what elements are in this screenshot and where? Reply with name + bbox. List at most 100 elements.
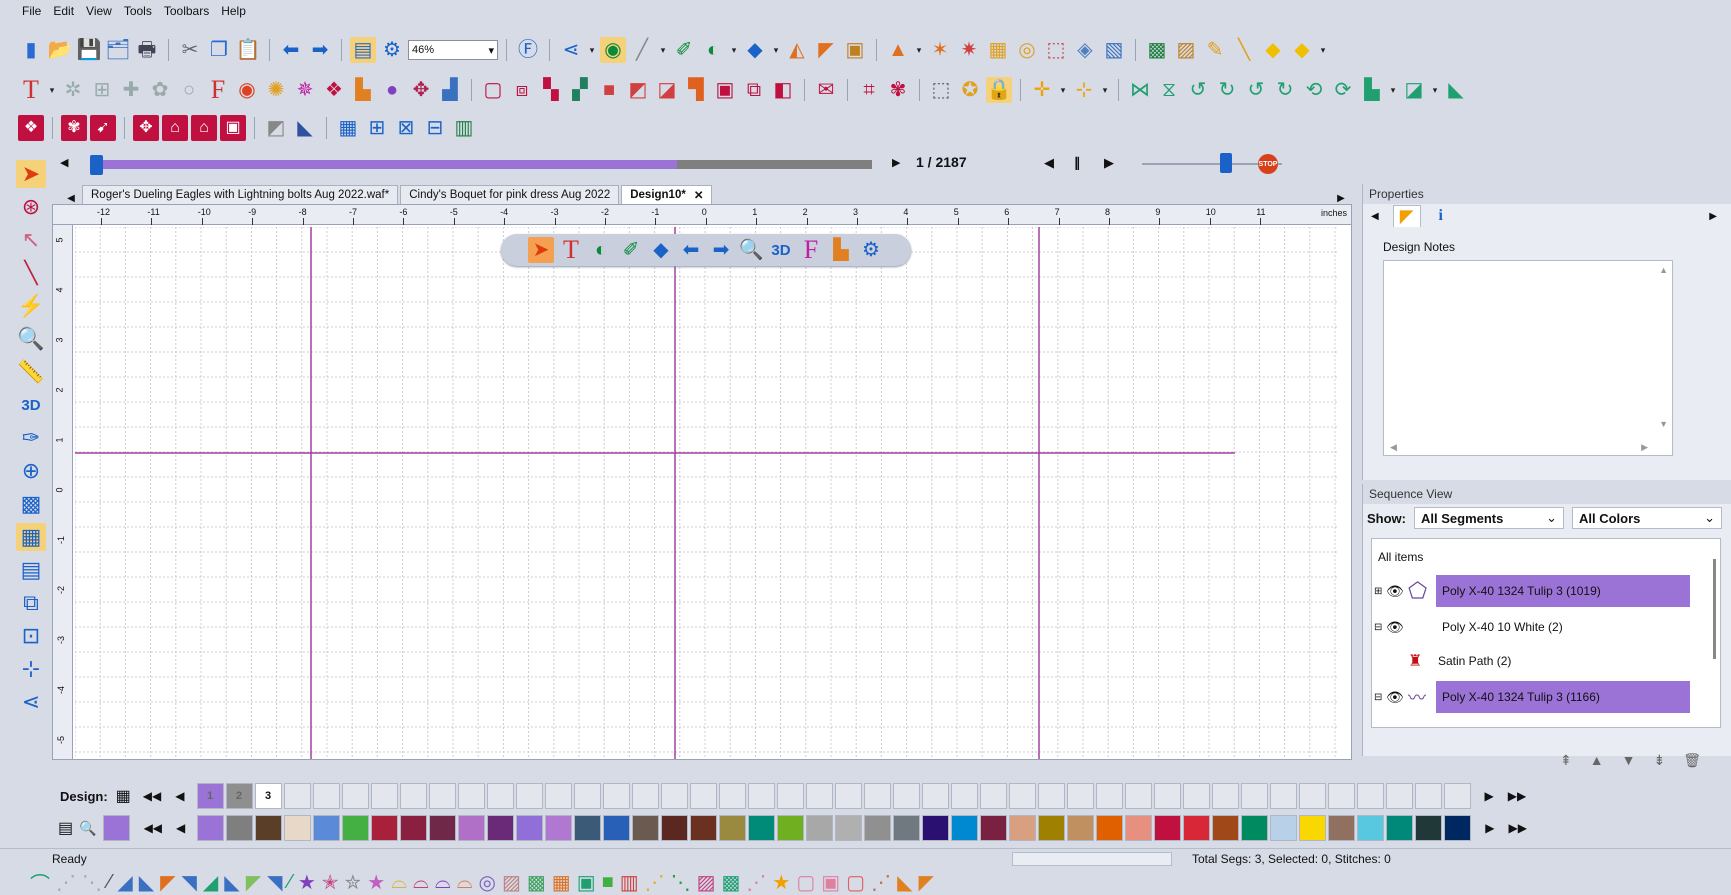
- play-icon[interactable]: ▶: [1104, 155, 1114, 171]
- select-arrow-icon[interactable]: ➤: [528, 237, 554, 263]
- feather-green-icon[interactable]: ⋱: [671, 870, 691, 895]
- chevron-down-icon[interactable]: ▾: [1100, 77, 1110, 103]
- frame-pink-alt-icon[interactable]: ▣: [821, 870, 840, 895]
- palette-color-swatch[interactable]: [1096, 815, 1124, 841]
- previous-color-icon[interactable]: ◀: [175, 789, 184, 803]
- tree-scrollbar[interactable]: [1713, 559, 1716, 659]
- empty-color-slot[interactable]: [515, 783, 543, 809]
- quilt-house-icon[interactable]: ⌂: [162, 115, 188, 141]
- empty-color-slot[interactable]: [573, 783, 601, 809]
- measure-icon[interactable]: 📏: [16, 358, 46, 386]
- palette-color-swatch[interactable]: [1299, 815, 1327, 841]
- colors-filter-select[interactable]: All Colors ⌄: [1572, 507, 1722, 529]
- grid-toggle-icon[interactable]: ▤: [350, 37, 376, 63]
- plus-pattern-icon[interactable]: ✚: [118, 77, 144, 103]
- satin-orange-icon[interactable]: ◤: [160, 870, 175, 895]
- split-icon[interactable]: ◩: [625, 77, 651, 103]
- empty-color-slot[interactable]: [950, 783, 978, 809]
- monogram-icon[interactable]: ▟: [437, 77, 463, 103]
- fill-orange-icon[interactable]: ▦: [552, 870, 571, 895]
- hoop-multi-icon[interactable]: ⊡: [16, 622, 46, 650]
- export-icon[interactable]: ▩: [1144, 37, 1170, 63]
- shape-orange-alt-icon[interactable]: ◤: [918, 870, 933, 895]
- lace-icon[interactable]: ✾: [885, 77, 911, 103]
- satin-blue-alt-icon[interactable]: ◣: [139, 870, 154, 895]
- diamond-alt-icon[interactable]: ◆: [1289, 37, 1315, 63]
- dotted-frame-icon[interactable]: ⬚: [928, 77, 954, 103]
- segments-filter-select[interactable]: All Segments ⌄: [1414, 507, 1564, 529]
- satin-icon[interactable]: ⁄: [108, 871, 111, 894]
- chevron-down-icon[interactable]: ▾: [771, 37, 781, 63]
- tab-dueling-eagles[interactable]: Roger's Dueling Eagles with Lightning bo…: [82, 185, 399, 204]
- design-color-swatch[interactable]: 3: [254, 783, 282, 809]
- pen-icon[interactable]: ╱: [629, 37, 655, 63]
- empty-color-slot[interactable]: [399, 783, 427, 809]
- fan-pink-icon[interactable]: ⌓: [413, 871, 429, 894]
- frame-red-icon[interactable]: ⧈: [509, 77, 535, 103]
- quilt-select-icon[interactable]: ➹: [90, 115, 116, 141]
- palette-color-swatch[interactable]: [1038, 815, 1066, 841]
- frame-icon[interactable]: ▦: [985, 37, 1011, 63]
- grid-blue-icon[interactable]: ▦: [335, 115, 361, 141]
- undo-icon[interactable]: ⬅: [278, 37, 304, 63]
- info-tab-icon[interactable]: i: [1429, 207, 1453, 225]
- disk-icon[interactable]: ▙: [350, 77, 376, 103]
- save-icon[interactable]: 💾: [76, 37, 102, 63]
- empty-color-slot[interactable]: [1269, 783, 1297, 809]
- star-pink-icon[interactable]: ✭: [322, 870, 339, 895]
- menu-tools[interactable]: Tools: [124, 4, 152, 18]
- grid-select-icon[interactable]: ⊞: [364, 115, 390, 141]
- needle-icon[interactable]: ✑: [16, 424, 46, 452]
- pause-icon[interactable]: ∥: [1074, 155, 1081, 171]
- collapse-icon[interactable]: ⊟: [1374, 622, 1386, 633]
- picture-icon[interactable]: ▧: [1101, 37, 1127, 63]
- cut-icon[interactable]: ✂: [177, 37, 203, 63]
- satin-green-wave-icon[interactable]: ◤: [246, 870, 261, 895]
- font-icon[interactable]: F: [798, 237, 824, 263]
- name-badge-icon[interactable]: ●: [379, 77, 405, 103]
- fill-pink-icon[interactable]: ▨: [697, 870, 716, 895]
- quilt-flower-icon[interactable]: ✾: [61, 115, 87, 141]
- zoom-icon[interactable]: 🔍: [16, 325, 46, 353]
- disk-icon[interactable]: ▙: [828, 237, 854, 263]
- stitch-view-icon[interactable]: ⊹: [16, 655, 46, 683]
- envelope-icon[interactable]: ✉: [813, 77, 839, 103]
- view-3d-icon[interactable]: 3D: [16, 391, 46, 419]
- empty-color-slot[interactable]: [863, 783, 891, 809]
- visibility-eye-icon[interactable]: 👁: [1386, 619, 1408, 636]
- palette-color-swatch[interactable]: [980, 815, 1008, 841]
- chevron-down-icon[interactable]: ▾: [47, 77, 57, 103]
- new-file-icon[interactable]: ▮: [18, 37, 44, 63]
- palette-color-swatch[interactable]: [574, 815, 602, 841]
- palette-color-swatch[interactable]: [835, 815, 863, 841]
- select-arrow-icon[interactable]: ➤: [16, 160, 46, 188]
- last-color-icon[interactable]: ▶▶: [1508, 789, 1526, 803]
- star-icon[interactable]: ★: [298, 870, 316, 895]
- empty-color-slot[interactable]: [1327, 783, 1355, 809]
- scroll-left-icon[interactable]: ◀: [1390, 442, 1397, 453]
- empty-color-slot[interactable]: [1037, 783, 1065, 809]
- select-node-icon[interactable]: ⊛: [16, 193, 46, 221]
- palette-color-swatch[interactable]: [777, 815, 805, 841]
- chevron-down-icon[interactable]: ▾: [729, 37, 739, 63]
- menu-view[interactable]: View: [86, 4, 112, 18]
- empty-color-slot[interactable]: [370, 783, 398, 809]
- palette-color-swatch[interactable]: [255, 815, 283, 841]
- palette-color-swatch[interactable]: [429, 815, 457, 841]
- merge-icon[interactable]: ◪: [654, 77, 680, 103]
- next-palette-icon[interactable]: ▶: [1485, 821, 1494, 835]
- satin-blue-icon[interactable]: ◢: [117, 870, 132, 895]
- empty-color-slot[interactable]: [1443, 783, 1471, 809]
- find-color-icon[interactable]: 🔍: [79, 820, 96, 837]
- view-3d-icon[interactable]: 3D: [768, 237, 794, 263]
- step-forward-icon[interactable]: ▶: [892, 156, 900, 169]
- palette-color-swatch[interactable]: [690, 815, 718, 841]
- feather-pink-icon[interactable]: ⋰: [746, 870, 766, 895]
- share-icon[interactable]: ⋖: [558, 37, 584, 63]
- satin-blue-curve-icon[interactable]: ◥: [182, 870, 197, 895]
- rotate-free-alt-icon[interactable]: ⟳: [1330, 77, 1356, 103]
- tabs-scroll-right-icon[interactable]: ▶: [1330, 193, 1352, 204]
- rotate-90-right-icon[interactable]: ↻: [1272, 77, 1298, 103]
- palette-color-swatch[interactable]: [951, 815, 979, 841]
- menu-file[interactable]: File: [22, 4, 41, 18]
